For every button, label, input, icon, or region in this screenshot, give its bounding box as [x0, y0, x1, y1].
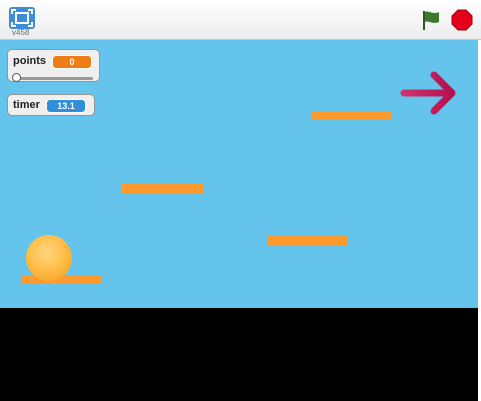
points-value: 0: [52, 55, 92, 69]
player-toolbar: v458: [0, 0, 481, 40]
points-slider-track[interactable]: [16, 77, 93, 80]
platform: [267, 236, 347, 245]
stop-button[interactable]: [451, 9, 473, 31]
stop-icon: [451, 9, 473, 31]
version-label: v458: [12, 28, 30, 37]
fullscreen-button[interactable]: [8, 6, 36, 30]
points-slider-knob[interactable]: [12, 73, 21, 82]
game-stage[interactable]: points 0 timer 13.1: [0, 40, 478, 308]
platform: [311, 111, 391, 120]
platform: [122, 184, 203, 193]
player-ball[interactable]: [26, 235, 72, 281]
fullscreen-icon: [9, 7, 35, 29]
stage-bottom-area: [0, 308, 478, 401]
points-label: points: [13, 55, 46, 67]
points-monitor: points 0: [7, 49, 100, 82]
right-arrow-icon: [400, 71, 456, 115]
timer-monitor: timer 13.1: [7, 94, 95, 116]
timer-label: timer: [13, 99, 40, 111]
green-flag-icon: [423, 11, 439, 30]
green-flag-button[interactable]: [420, 9, 442, 31]
next-arrow[interactable]: [398, 69, 460, 117]
timer-value: 13.1: [46, 99, 86, 113]
